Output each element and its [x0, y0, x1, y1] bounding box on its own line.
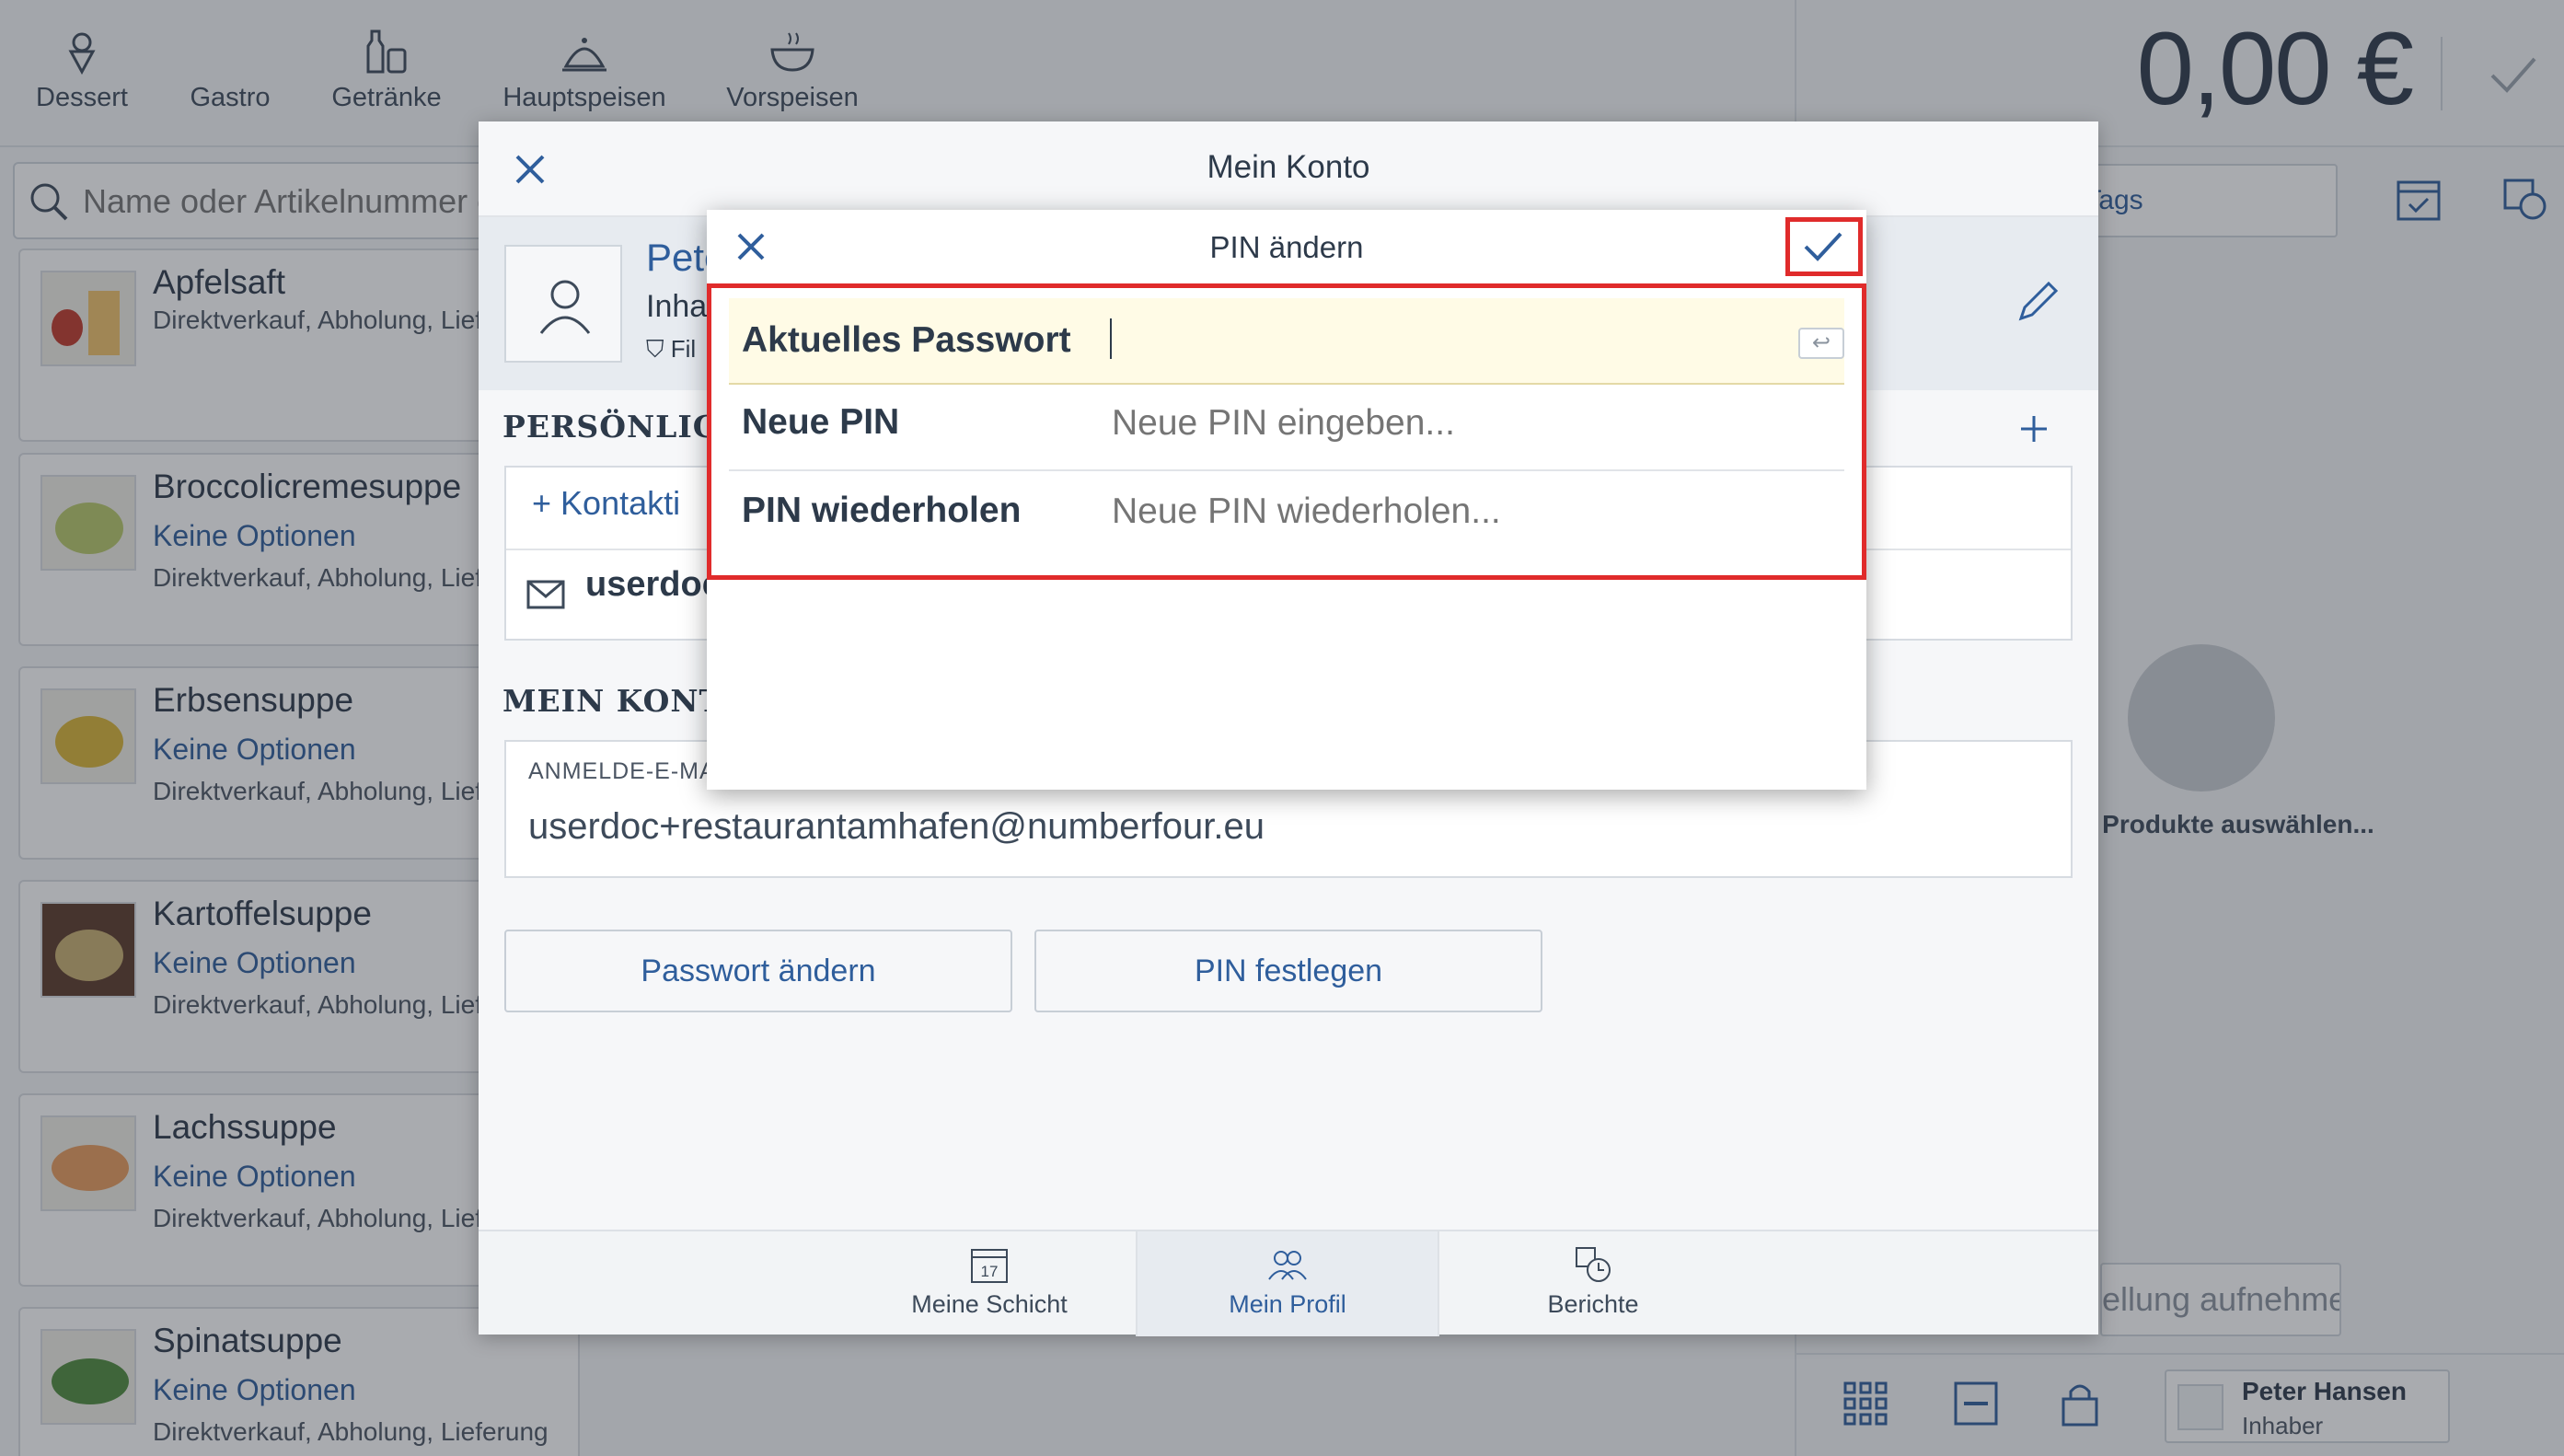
add-contact-link[interactable]: + Kontakti: [532, 484, 680, 523]
repeat-pin-input[interactable]: [1112, 488, 1811, 536]
avatar: [504, 245, 622, 363]
text-cursor: [1110, 318, 1112, 359]
profile-role: Inha: [646, 289, 708, 324]
calendar-day: 17: [981, 1263, 999, 1280]
tab-label: Mein Profil: [1229, 1290, 1346, 1318]
tab-berichte[interactable]: Berichte: [1441, 1231, 1745, 1336]
profile-branch: ⛉ Fil: [646, 335, 696, 364]
tab-meine-schicht[interactable]: 17 Meine Schicht: [837, 1231, 1141, 1336]
edit-pencil-icon[interactable]: [2012, 276, 2063, 328]
profile-branch-label: Fil: [670, 335, 697, 363]
add-icon[interactable]: [2017, 412, 2050, 445]
calendar-icon: 17: [971, 1249, 1008, 1283]
pin-dialog-header: PIN ändern: [707, 210, 1866, 285]
confirm-check-icon[interactable]: [1802, 226, 1844, 267]
dialog-title: Mein Konto: [1207, 149, 1370, 185]
tab-label: Berichte: [1547, 1290, 1639, 1318]
login-email-value: userdoc+restaurantamhafen@numberfour.eu: [528, 806, 1265, 847]
mail-icon: [526, 580, 565, 609]
current-password-label: Aktuelles Passwort: [742, 320, 1071, 360]
account-footer-tabs: 17 Meine Schicht Mein Profil Berichte: [479, 1230, 2098, 1336]
return-key-icon[interactable]: ↩: [1798, 328, 1844, 359]
pin-aendern-dialog: PIN ändern Aktuelles Passwort ↩ Neue PIN…: [707, 210, 1866, 790]
login-email-label: ANMELDE-E-MAI: [528, 758, 723, 784]
add-contact-label: Kontakti: [560, 484, 681, 522]
dialog-header: Mein Konto: [479, 121, 2098, 217]
user-icon: [539, 280, 591, 334]
current-password-row[interactable]: Aktuelles Passwort ↩: [729, 298, 1844, 383]
change-password-button[interactable]: Passwort ändern: [504, 930, 1012, 1012]
pin-dialog-title: PIN ändern: [1209, 230, 1364, 264]
plus-icon: +: [532, 484, 561, 522]
profile-icon: [1268, 1251, 1307, 1280]
tab-mein-profil[interactable]: Mein Profil: [1136, 1231, 1439, 1336]
new-pin-label: Neue PIN: [742, 402, 900, 442]
new-pin-input[interactable]: [1112, 399, 1811, 447]
contact-email: userdoc: [585, 565, 722, 604]
reports-icon: [1576, 1247, 1611, 1282]
set-pin-button[interactable]: PIN festlegen: [1034, 930, 1542, 1012]
tab-label: Meine Schicht: [911, 1290, 1068, 1318]
current-password-input[interactable]: [1114, 317, 1703, 364]
repeat-pin-label: PIN wiederholen: [742, 491, 1022, 530]
tag-icon: ⛉: [646, 335, 671, 363]
